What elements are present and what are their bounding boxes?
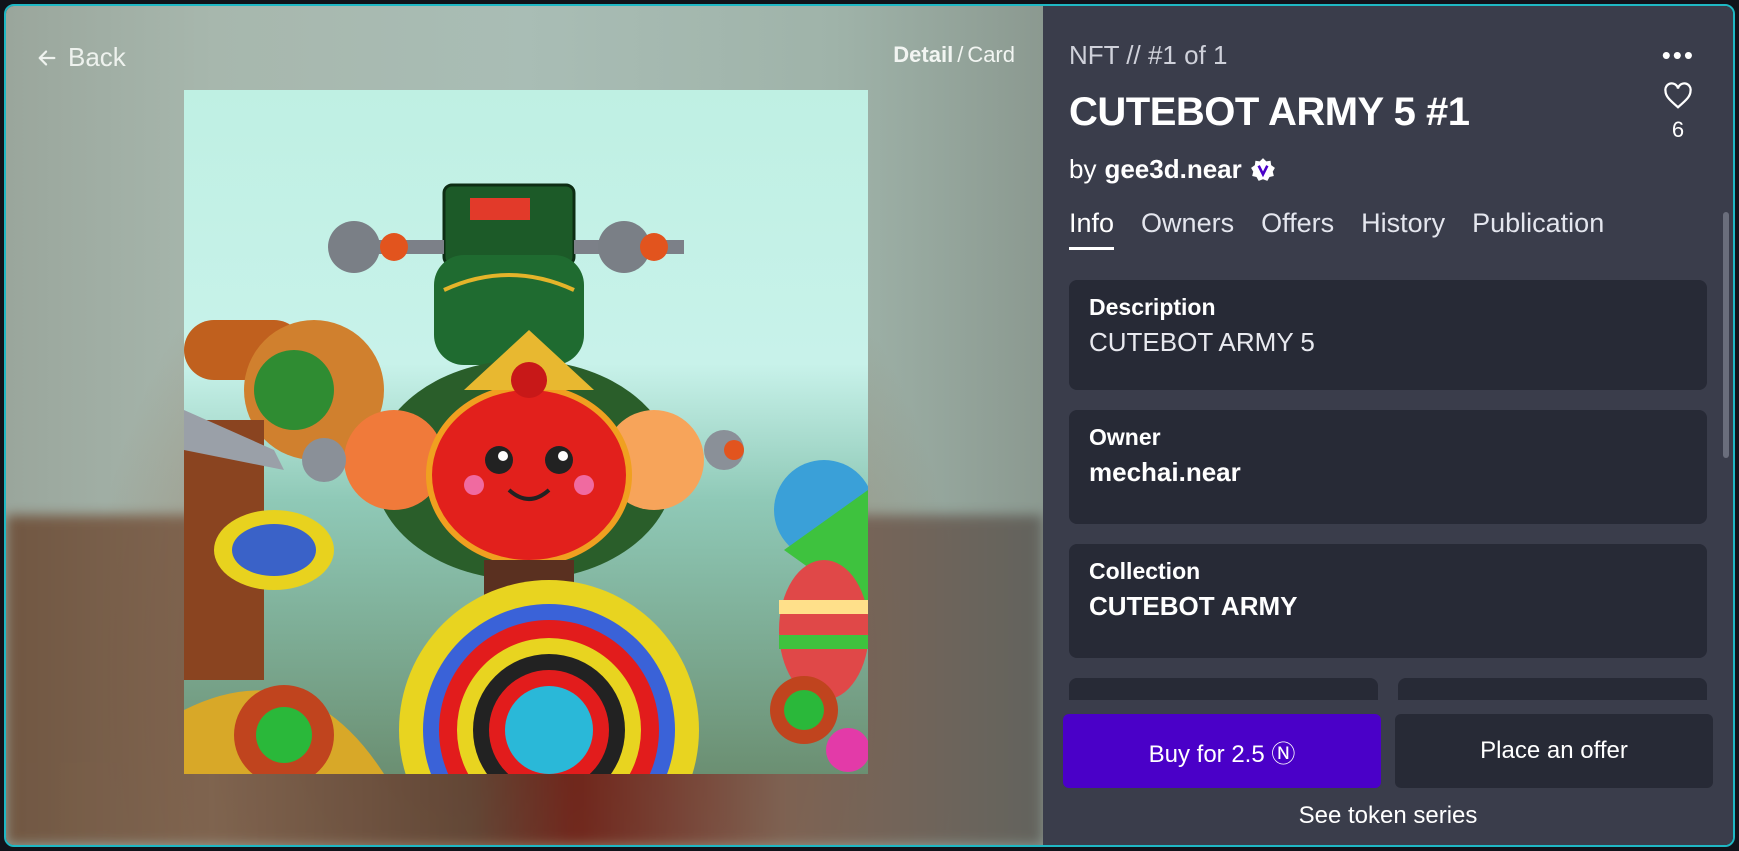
view-detail-toggle[interactable]: Detail — [893, 42, 953, 67]
like-button[interactable]: 6 — [1661, 82, 1695, 143]
place-offer-button[interactable]: Place an offer — [1395, 714, 1713, 788]
view-separator: / — [957, 42, 964, 67]
creator-link[interactable]: gee3d.near — [1104, 154, 1241, 185]
action-buttons: Buy for 2.5 Ⓝ Place an offer — [1063, 714, 1713, 788]
like-count: 6 — [1671, 117, 1685, 142]
collection-link[interactable]: CUTEBOT ARMY — [1089, 591, 1687, 622]
arrow-left-icon — [38, 49, 56, 66]
by-prefix: by — [1069, 154, 1097, 184]
creator-byline: by gee3d.near — [1069, 154, 1276, 185]
robot-artwork-image — [184, 183, 868, 774]
info-panel[interactable]: Description CUTEBOT ARMY 5 Owner mechai.… — [1069, 280, 1707, 700]
info-card-partial — [1069, 678, 1378, 700]
owner-card: Owner mechai.near — [1069, 410, 1707, 524]
description-label: Description — [1089, 294, 1216, 320]
collection-card: Collection CUTEBOT ARMY — [1069, 544, 1707, 658]
collection-label: Collection — [1089, 558, 1201, 584]
tab-offers[interactable]: Offers — [1261, 208, 1334, 250]
heart-icon — [1664, 82, 1692, 109]
tab-history[interactable]: History — [1361, 208, 1445, 250]
info-card-partial — [1398, 678, 1707, 700]
tab-info[interactable]: Info — [1069, 208, 1115, 250]
more-options-icon[interactable]: ••• — [1662, 42, 1695, 68]
view-card-toggle[interactable]: Card — [967, 42, 1015, 67]
owner-label: Owner — [1089, 424, 1161, 450]
media-pane: Back Detail / Card — [6, 6, 1043, 845]
token-detail-modal: Back Detail / Card NFT // #1 of 1 ••• CU… — [4, 4, 1735, 847]
verified-badge-icon — [1250, 157, 1275, 181]
see-token-series-link[interactable]: See token series — [1043, 802, 1733, 830]
edition-label: NFT // #1 of 1 — [1069, 40, 1228, 70]
token-title: CUTEBOT ARMY 5 #1 — [1069, 90, 1470, 134]
info-card-row — [1069, 678, 1707, 700]
nft-artwork — [184, 90, 868, 774]
details-pane: NFT // #1 of 1 ••• CUTEBOT ARMY 5 #1 6 b… — [1043, 6, 1733, 845]
view-toggle: Detail / Card — [893, 42, 1015, 68]
back-button[interactable]: Back — [36, 42, 126, 73]
description-value: CUTEBOT ARMY 5 — [1089, 327, 1315, 357]
tab-owners[interactable]: Owners — [1141, 208, 1234, 250]
owner-link[interactable]: mechai.near — [1089, 457, 1687, 488]
detail-tabs: Info Owners Offers History Publication — [1069, 208, 1604, 250]
buy-button[interactable]: Buy for 2.5 Ⓝ — [1063, 714, 1381, 788]
scrollbar[interactable] — [1723, 212, 1729, 458]
tab-publication[interactable]: Publication — [1472, 208, 1604, 250]
description-card: Description CUTEBOT ARMY 5 — [1069, 280, 1707, 390]
back-label: Back — [68, 42, 126, 72]
